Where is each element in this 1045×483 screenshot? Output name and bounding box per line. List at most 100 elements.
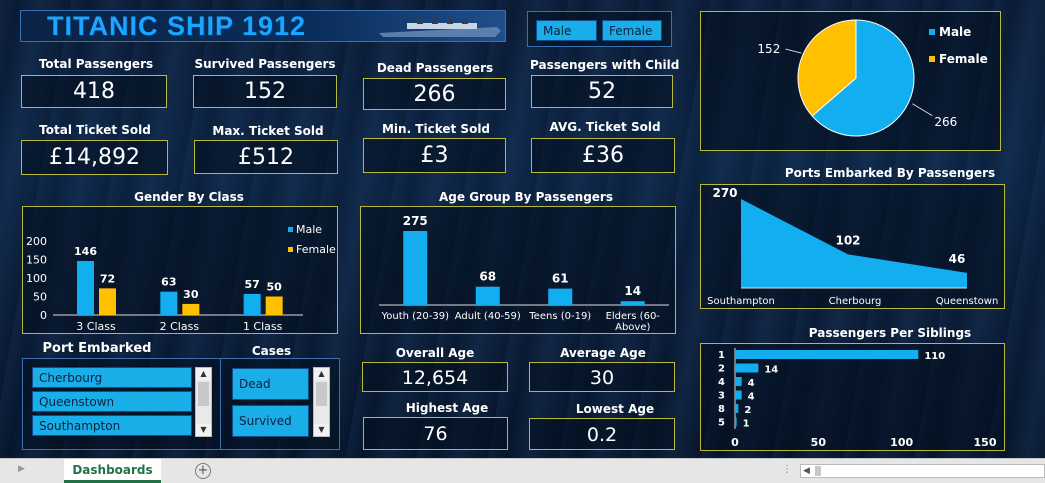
gbc-ytick-100: 100 (26, 272, 47, 285)
gbc-ytick-0: 0 (40, 309, 47, 322)
gender-slicer: Male Female (527, 11, 672, 47)
sib-label-3: 4 (748, 392, 755, 403)
sib-xtick-150: 150 (974, 436, 997, 449)
sheet-tab-bar: ▶ Dashboards + ⋮ ◀ (0, 458, 1045, 483)
gbc-bar-male-2 (243, 293, 261, 315)
gbc-xtick-1: 2 Class (160, 320, 200, 333)
scroll-thumb[interactable] (198, 382, 209, 406)
scroll-up-icon[interactable]: ▲ (196, 368, 211, 380)
h-scroll-thumb[interactable] (815, 466, 821, 476)
age-group-chart: 275 Youth (20-39) 68 Adult (40-59) 61 Teens (… (379, 214, 669, 333)
gbc-label-male-0: 146 (74, 245, 97, 258)
overall-age-label: Overall Age (395, 346, 475, 360)
lowest-age-value: 0.2 (586, 424, 618, 446)
pe-xtick-2: Queenstown (936, 296, 999, 307)
avg-ticket-sold-value: £36 (582, 143, 624, 168)
pe-label-1: 102 (835, 233, 860, 247)
gbc-legend-female: Female (296, 243, 336, 256)
gbc-ytick-200: 200 (26, 235, 47, 248)
page-title: TITANIC SHIP 1912 (47, 11, 307, 41)
port-option-southampton[interactable]: Southampton (32, 415, 192, 436)
ag-label-0: 275 (403, 214, 428, 228)
siblings-title: Passengers Per Siblings (808, 326, 972, 340)
gbc-label-female-0: 72 (100, 272, 115, 285)
sib-ytick-0: 1 (718, 350, 725, 361)
ports-embarked-title: Ports Embarked By Passengers (784, 166, 996, 180)
overall-age-value: 12,654 (401, 367, 469, 389)
scroll-thumb[interactable] (316, 382, 327, 406)
add-sheet-icon[interactable]: + (195, 463, 211, 479)
ag-bar-1 (475, 286, 500, 305)
port-option-cherbourg[interactable]: Cherbourg (32, 367, 192, 388)
title-banner: TITANIC SHIP 1912 (20, 10, 506, 42)
dead-passengers-label: Dead Passengers (376, 61, 494, 75)
gender-by-class-title: Gender By Class (134, 190, 244, 204)
scroll-left-icon[interactable]: ◀ (803, 465, 810, 477)
dead-passengers-value: 266 (413, 82, 456, 107)
total-ticket-sold-card: £14,892 (21, 140, 168, 175)
sheet-tab-dashboards[interactable]: Dashboards (64, 459, 161, 483)
ag-xtick-2: Teens (0-19) (528, 311, 591, 322)
horizontal-scrollbar[interactable]: ◀ (800, 464, 1045, 478)
case-option-dead[interactable]: Dead (232, 368, 309, 400)
sib-label-5: 1 (743, 419, 750, 430)
average-age-card: 30 (529, 362, 675, 392)
ag-xtick-1: Adult (40-59) (455, 311, 521, 322)
sib-label-4: 2 (744, 405, 751, 416)
dashboard-canvas: TITANIC SHIP 1912 Male Female Total Pass… (0, 0, 1045, 458)
scroll-down-icon[interactable]: ▼ (314, 424, 329, 436)
sib-xtick-50: 50 (811, 436, 827, 449)
ag-xtick-3: Elders (60- (606, 311, 661, 322)
passengers-with-child-value: 52 (588, 79, 616, 104)
pe-xtick-0: Southampton (707, 296, 775, 307)
pie-label-female: 152 (757, 42, 780, 56)
sib-ytick-4: 8 (718, 404, 725, 415)
ag-xtick-0: Youth (20-39) (380, 311, 449, 322)
cases-slicer-title: Cases (251, 344, 292, 358)
gbc-xtick-0: 3 Class (76, 320, 116, 333)
gbc-bar-male-1 (160, 291, 178, 315)
total-passengers-card: 418 (21, 75, 167, 108)
max-ticket-sold-card: £512 (194, 140, 338, 174)
port-option-queenstown[interactable]: Queenstown (32, 391, 192, 412)
ag-label-1: 68 (479, 270, 496, 284)
total-passengers-label: Total Passengers (38, 57, 154, 71)
gbc-bar-female-0 (99, 288, 116, 315)
scroll-tabs-left-icon[interactable]: ▶ (18, 464, 25, 474)
highest-age-card: 76 (363, 417, 508, 450)
sib-ytick-1: 2 (718, 364, 725, 375)
pie-leader-female (785, 48, 802, 54)
ag-bar-3 (620, 301, 645, 305)
scroll-up-icon[interactable]: ▲ (314, 368, 329, 380)
pe-label-0: 270 (712, 186, 737, 200)
sib-ytick-3: 3 (718, 391, 725, 402)
case-option-survived[interactable]: Survived (232, 405, 309, 437)
gbc-label-female-1: 30 (183, 288, 199, 301)
cases-slicer-scrollbar[interactable]: ▲ ▼ (313, 367, 330, 437)
survived-passengers-card: 152 (193, 75, 337, 108)
gender-by-class-chart: 200 150 100 50 0 146 72 3 Class 63 30 2 Class 57 50 1… (26, 223, 336, 333)
gbc-legend-male: Male (296, 223, 322, 236)
ag-bar-2 (548, 288, 573, 305)
sib-bar-1 (735, 363, 759, 373)
highest-age-label: Highest Age (405, 401, 489, 415)
tab-splitter-icon[interactable]: ⋮ (782, 464, 792, 478)
slicer-male-button[interactable]: Male (536, 20, 597, 41)
avg-ticket-sold-label: AVG. Ticket Sold (549, 120, 661, 134)
average-age-label: Average Age (560, 346, 646, 360)
total-ticket-sold-label: Total Ticket Sold (39, 123, 151, 137)
scroll-down-icon[interactable]: ▼ (196, 424, 211, 436)
pie-leader-male (912, 103, 933, 117)
ag-label-2: 61 (552, 272, 569, 286)
gbc-bar-female-1 (182, 303, 200, 315)
pie-legend-female: Female (939, 52, 988, 66)
ag-bar-0 (403, 231, 428, 305)
age-group-card: 275 Youth (20-39) 68 Adult (40-59) 61 Teens (… (360, 206, 676, 334)
ag-xtick-3-b: Above) (615, 322, 650, 333)
min-ticket-sold-value: £3 (420, 143, 449, 168)
gender-by-class-card: 200 150 100 50 0 146 72 3 Class 63 30 2 Class 57 50 1… (22, 206, 338, 334)
sib-bar-4 (735, 404, 739, 413)
lowest-age-card: 0.2 (529, 418, 675, 450)
slicer-female-button[interactable]: Female (602, 20, 662, 41)
port-slicer-scrollbar[interactable]: ▲ ▼ (195, 367, 212, 437)
